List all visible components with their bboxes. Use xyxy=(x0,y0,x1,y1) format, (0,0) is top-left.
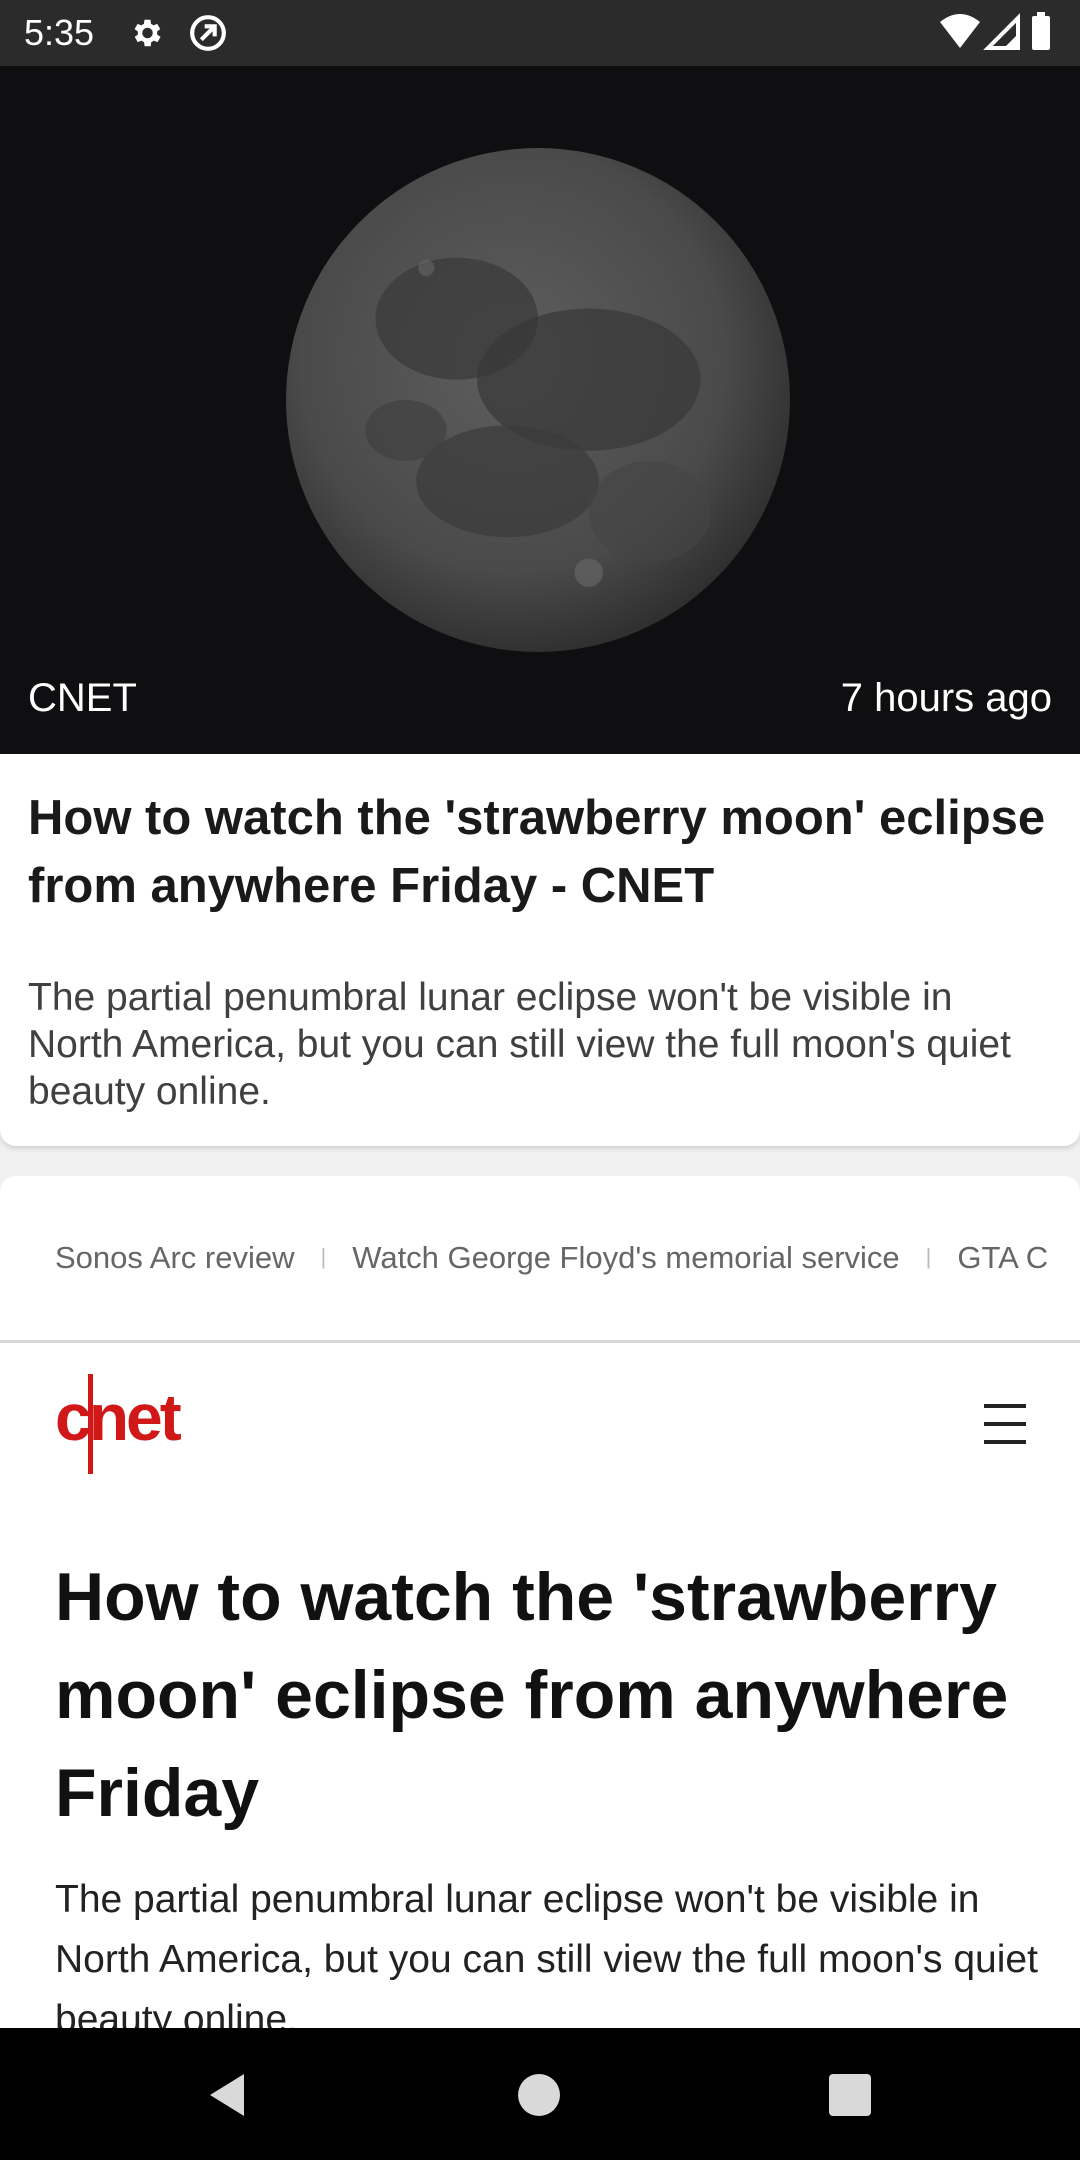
status-bar: 5:35 xyxy=(0,0,1080,66)
trending-list: Sonos Arc review | Watch George Floyd's me… xyxy=(55,1240,1048,1276)
back-icon[interactable] xyxy=(206,2072,246,2118)
separator: | xyxy=(925,1244,932,1269)
article-headline: How to watch the 'strawberry moon' eclip… xyxy=(55,1559,1009,1831)
article-card-title[interactable]: How to watch the 'strawberry moon' eclip… xyxy=(28,784,1048,920)
article-card-description: The partial penumbral lunar eclipse won'… xyxy=(28,976,1011,1113)
web-view: Sonos Arc review | Watch George Floyd's me… xyxy=(0,1176,1080,2028)
status-time: 5:35 xyxy=(24,12,95,53)
home-icon[interactable] xyxy=(518,2074,560,2116)
screen: 5:35 CNET 7 hours ago How to watch the '… xyxy=(0,0,1080,2160)
separator: | xyxy=(320,1244,327,1269)
article-summary: The partial penumbral lunar eclipse won'… xyxy=(55,1878,1038,2028)
trending-item[interactable]: Sonos Arc review xyxy=(55,1240,295,1275)
trending-item[interactable]: Watch George Floyd's memorial service xyxy=(352,1240,899,1275)
sync-icon xyxy=(190,15,226,51)
article-source: CNET xyxy=(28,676,137,720)
moon-image xyxy=(286,148,790,652)
trending-bar: Sonos Arc review | Watch George Floyd's me… xyxy=(0,1176,1080,1343)
hero-card[interactable]: CNET 7 hours ago xyxy=(0,66,1080,754)
recents-icon[interactable] xyxy=(829,2074,871,2116)
navigation-bar xyxy=(0,2028,1080,2160)
trending-item[interactable]: GTA C xyxy=(957,1240,1048,1275)
article-card[interactable]: How to watch the 'strawberry moon' eclip… xyxy=(0,754,1080,1146)
cnet-logo[interactable]: cnet xyxy=(55,1374,195,1474)
gear-icon xyxy=(134,19,161,47)
logo-text: cnet xyxy=(55,1380,182,1454)
menu-icon[interactable] xyxy=(984,1404,1026,1444)
article-time: 7 hours ago xyxy=(840,676,1052,720)
wifi-icon xyxy=(940,14,980,48)
battery-icon xyxy=(1032,16,1050,50)
status-indicators xyxy=(940,12,1050,50)
